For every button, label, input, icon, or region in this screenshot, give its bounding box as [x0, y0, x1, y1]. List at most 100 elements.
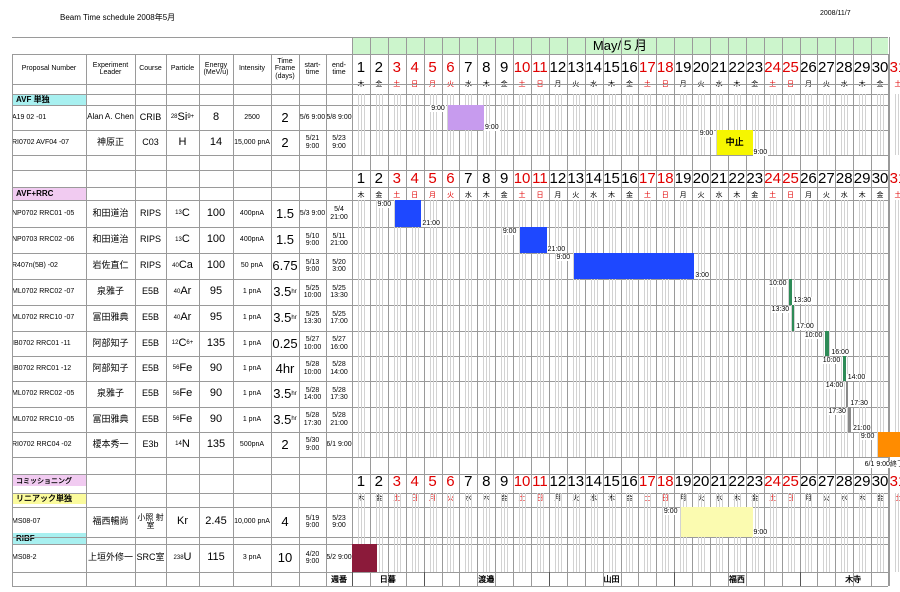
- weekday-rrc: 火: [572, 192, 580, 199]
- time-label-start: 9:00: [859, 433, 876, 440]
- grid-hour-line: [468, 200, 470, 457]
- grid-hline: [12, 586, 888, 587]
- day-number-top: 31: [889, 59, 900, 76]
- end-time: 5/8 9:00: [326, 113, 352, 121]
- grid-day-line: [871, 37, 873, 586]
- grid-hour-line: [614, 493, 616, 572]
- time-label-end: 3:00: [694, 272, 710, 279]
- grid-day-line: [853, 37, 855, 586]
- grid-hour-line: [590, 200, 592, 457]
- grid-hour-line: [805, 94, 807, 155]
- proposal-number: R407n(5B) -02: [12, 262, 58, 270]
- grid-hour-line: [632, 94, 634, 155]
- grid-hour-line: [644, 94, 646, 155]
- time-frame-value: 3.5: [273, 284, 292, 300]
- grid-hour-line: [363, 200, 365, 457]
- grid-hour-line: [877, 493, 878, 572]
- grid-hour-line: [644, 493, 646, 572]
- weekday-rrc: 金: [876, 192, 884, 199]
- time-frame-value: 3.5: [273, 411, 292, 427]
- grid-hour-line: [862, 200, 864, 457]
- time-label-end: 16:00: [830, 349, 850, 356]
- week-divider: [423, 572, 425, 586]
- course: CRIB: [139, 111, 162, 122]
- grid-hour-line: [575, 200, 577, 457]
- grid-hour-line: [525, 493, 527, 572]
- grid-hour-line: [877, 94, 878, 155]
- week-divider: [548, 572, 550, 586]
- proposal-number: MS08-07: [12, 518, 41, 526]
- weekday-rrc: 木: [608, 192, 616, 199]
- particle: 40 Ar: [166, 305, 199, 331]
- course: SRC室: [136, 552, 165, 563]
- proposal-number: ML0702 RRC02 -07: [12, 288, 75, 296]
- day-number-comm: 17: [638, 473, 656, 490]
- column-header-timeframe: Time Frame (days): [274, 57, 296, 80]
- time-label-start: 13:30: [770, 306, 791, 313]
- experiment-leader: 神原正: [96, 136, 124, 147]
- grid-hour-line: [557, 200, 559, 457]
- grid-hour-line: [841, 200, 843, 457]
- grid-hline: [12, 84, 888, 85]
- grid-hour-line: [698, 200, 699, 457]
- proposal-number: ML0702 RRC10 -05: [12, 415, 75, 423]
- time-frame: 4hr: [271, 356, 299, 381]
- bar-row-0: [448, 105, 484, 130]
- grid-hour-line: [739, 200, 741, 457]
- day-number-rrc: 26: [800, 170, 817, 187]
- grid-hour-line: [826, 94, 828, 155]
- proposal-number: IB0702 RRC01 -12: [12, 364, 72, 372]
- grid-day-line: [584, 37, 586, 586]
- grid-hour-line: [429, 94, 431, 155]
- grid-hour-line: [450, 493, 452, 572]
- course: E5B: [141, 413, 159, 424]
- grid-hour-line: [683, 94, 685, 155]
- grid-hour-line: [754, 200, 756, 457]
- grid-hour-line: [414, 94, 416, 155]
- intensity: 1 pnA: [242, 314, 262, 322]
- day-number-comm: 7: [464, 473, 473, 490]
- grid-hour-line: [375, 200, 377, 457]
- time-frame-value: 3.5: [273, 386, 292, 402]
- document-date: 2008/11/7: [820, 10, 851, 17]
- time-frame-value: 6.75: [272, 258, 298, 274]
- experiment-leader: 阿部知子: [92, 337, 129, 348]
- grid-hour-line: [381, 493, 383, 572]
- grid-hour-line: [883, 200, 885, 457]
- time-label-end: 17:30: [849, 400, 869, 407]
- end-time: 5/28 17:30: [330, 386, 348, 401]
- day-number-top: 19: [674, 59, 692, 76]
- particle-element: H: [178, 135, 187, 148]
- weekday-rrc: 日: [411, 192, 419, 199]
- intensity: 2500: [244, 113, 260, 121]
- grid-hour-line: [614, 94, 616, 155]
- particle: 13 C: [166, 200, 199, 227]
- day-number-rrc: 7: [464, 170, 473, 187]
- intensity: 1 pnA: [242, 339, 262, 347]
- time-label-end: 9:00: [752, 149, 769, 156]
- weekday-rrc: 月: [804, 192, 812, 199]
- day-number-comm: 23: [746, 473, 764, 490]
- particle: 56 Fe: [166, 356, 199, 381]
- grid-vline: [326, 54, 327, 586]
- intensity: 1 pnA: [242, 390, 262, 398]
- day-number-top: 25: [782, 59, 799, 76]
- grid-hour-line: [826, 200, 828, 457]
- grid-hour-line: [629, 200, 631, 457]
- grid-hour-line: [501, 200, 503, 457]
- day-number-rrc: 2: [374, 170, 383, 187]
- grid-hour-line: [787, 94, 789, 155]
- grid-hour-line: [596, 493, 598, 572]
- particle-mass: 56: [172, 365, 180, 372]
- grid-hour-line: [701, 94, 703, 155]
- particle-element: C: [181, 233, 190, 246]
- grid-hour-line: [357, 200, 359, 457]
- grid-hour-line: [447, 200, 449, 457]
- grid-hour-line: [507, 94, 509, 155]
- grid-hour-line: [721, 200, 723, 457]
- grid-hour-line: [829, 493, 831, 572]
- grid-hour-line: [880, 200, 882, 457]
- week-divider: [799, 572, 801, 586]
- grid-hour-line: [590, 493, 592, 572]
- grid-hour-line: [647, 493, 649, 572]
